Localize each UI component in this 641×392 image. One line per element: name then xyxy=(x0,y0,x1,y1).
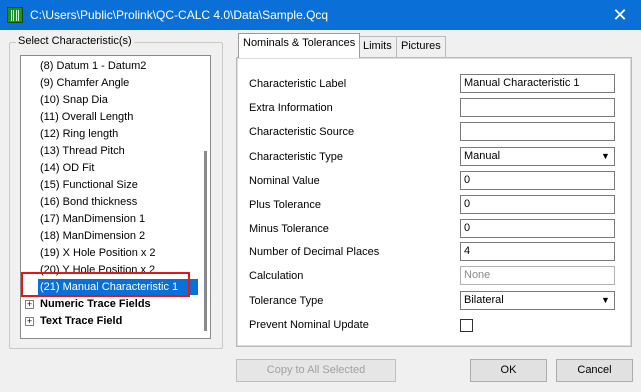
ok-button[interactable]: OK xyxy=(470,359,547,382)
cancel-button[interactable]: Cancel xyxy=(556,359,633,382)
decimal-places-field[interactable]: 4 xyxy=(460,242,615,261)
tree-item[interactable]: (20) Y Hole Position x 2 xyxy=(38,262,157,278)
tree-item[interactable]: (16) Bond thickness xyxy=(38,194,139,210)
prevent-nominal-update-checkbox[interactable] xyxy=(460,319,473,332)
combo-value: Bilateral xyxy=(464,294,504,306)
calculation-field: None xyxy=(460,266,615,285)
window-title: C:\Users\Public\Prolink\QC-CALC 4.0\Data… xyxy=(30,8,329,22)
group-legend: Select Characteristic(s) xyxy=(16,35,134,47)
characteristic-source-label: Characteristic Source xyxy=(249,126,355,138)
characteristic-tree[interactable]: (8) Datum 1 - Datum2 (9) Chamfer Angle (… xyxy=(20,55,211,339)
tree-item[interactable]: (10) Snap Dia xyxy=(38,92,110,108)
close-button[interactable]: ✕ xyxy=(599,0,641,30)
title-bar: C:\Users\Public\Prolink\QC-CALC 4.0\Data… xyxy=(0,0,641,30)
extra-information-label: Extra Information xyxy=(249,102,333,114)
tree-node-numeric-trace-fields[interactable]: + Numeric Trace Fields xyxy=(25,296,151,312)
nominal-value-label: Nominal Value xyxy=(249,175,320,187)
dropdown-arrow-icon[interactable]: ▼ xyxy=(597,292,614,309)
plus-tolerance-label: Plus Tolerance xyxy=(249,199,321,211)
scroll-thumb[interactable] xyxy=(204,151,207,331)
tree-item[interactable]: (11) Overall Length xyxy=(38,109,135,125)
minus-tolerance-label: Minus Tolerance xyxy=(249,223,329,235)
tree-item[interactable]: (18) ManDimension 2 xyxy=(38,228,147,244)
tree-item[interactable]: (15) Functional Size xyxy=(38,177,140,193)
tree-item[interactable]: (14) OD Fit xyxy=(38,160,96,176)
tree-node-label: Text Trace Field xyxy=(40,315,123,327)
tree-node-label: Numeric Trace Fields xyxy=(40,298,151,310)
tab-nominals-tolerances[interactable]: Nominals & Tolerances xyxy=(238,33,361,58)
copy-to-all-selected-button[interactable]: Copy to All Selected xyxy=(236,359,396,382)
prevent-nominal-update-label: Prevent Nominal Update xyxy=(249,319,369,331)
expand-icon[interactable]: + xyxy=(25,316,34,326)
tab-label: Pictures xyxy=(401,40,441,52)
tree-item[interactable]: (9) Chamfer Angle xyxy=(38,75,131,91)
tree-item[interactable]: (19) X Hole Position x 2 xyxy=(38,245,158,261)
tree-scrollbar[interactable] xyxy=(202,56,210,338)
tree-node-text-trace-field[interactable]: + Text Trace Field xyxy=(25,313,122,329)
extra-information-field[interactable] xyxy=(460,98,615,117)
nominals-panel: Characteristic Label Manual Characterist… xyxy=(236,57,632,347)
tab-label: Limits xyxy=(363,40,392,52)
nominal-value-field[interactable]: 0 xyxy=(460,171,615,190)
tab-label: Nominals & Tolerances xyxy=(243,37,356,49)
decimal-places-label: Number of Decimal Places xyxy=(249,246,380,258)
characteristic-label-field[interactable]: Manual Characteristic 1 xyxy=(460,74,615,93)
expand-icon[interactable]: + xyxy=(25,299,34,309)
tolerance-type-combo[interactable]: Bilateral ▼ xyxy=(460,291,615,310)
tree-item[interactable]: (13) Thread Pitch xyxy=(38,143,127,159)
characteristic-source-field[interactable] xyxy=(460,122,615,141)
form-area: Characteristic Label Manual Characterist… xyxy=(237,58,631,346)
tab-pictures[interactable]: Pictures xyxy=(396,36,446,57)
app-icon xyxy=(7,7,23,23)
tree-item-selected[interactable]: (21) Manual Characteristic 1 xyxy=(38,279,198,295)
tree-item[interactable]: (8) Datum 1 - Datum2 xyxy=(38,58,148,74)
tree-item[interactable]: (12) Ring length xyxy=(38,126,120,142)
plus-tolerance-field[interactable]: 0 xyxy=(460,195,615,214)
calculation-label: Calculation xyxy=(249,270,304,282)
tab-limits[interactable]: Limits xyxy=(358,36,397,57)
combo-value: Manual xyxy=(464,150,501,162)
characteristic-label-label: Characteristic Label xyxy=(249,78,347,90)
characteristic-type-label: Characteristic Type xyxy=(249,151,343,163)
minus-tolerance-field[interactable]: 0 xyxy=(460,219,615,238)
dropdown-arrow-icon[interactable]: ▼ xyxy=(597,148,614,165)
tolerance-type-label: Tolerance Type xyxy=(249,295,324,307)
characteristic-type-combo[interactable]: Manual ▼ xyxy=(460,147,615,166)
tree-item[interactable]: (17) ManDimension 1 xyxy=(38,211,147,227)
